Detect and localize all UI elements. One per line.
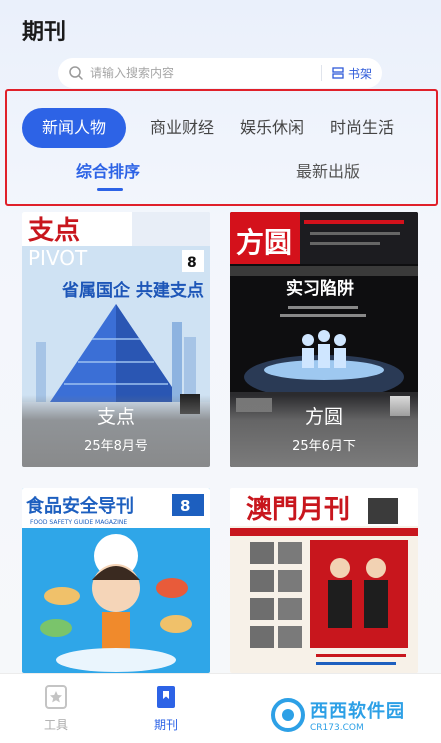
- cover-issue-badge: 8: [187, 255, 197, 271]
- watermark-logo: 西西软件园 CR173.COM: [270, 690, 440, 740]
- cover-sub: PIVOT: [28, 246, 88, 270]
- cover-headline: 实习陷阱: [286, 278, 354, 299]
- magazine-card-pivot[interactable]: 支点 PIVOT 省属国企 共建支点 8 支点 25年8月号: [22, 212, 210, 467]
- cover-issue-badge: 8: [180, 497, 190, 515]
- magazine-cover-food-safety: 食品安全导刊 FOOD SAFETY GUIDE MAGAZINE 8: [22, 488, 210, 673]
- nav-tools[interactable]: 工具: [26, 684, 86, 733]
- bookshelf-button[interactable]: 书架: [320, 65, 372, 81]
- nav-journals-label: 期刊: [153, 718, 178, 732]
- nav-tools-label: 工具: [43, 718, 68, 732]
- watermark-sub: CR173.COM: [310, 723, 364, 733]
- magazine-card-macau-monthly[interactable]: 澳門月刊: [230, 488, 418, 673]
- nav-journals[interactable]: 期刊: [136, 684, 196, 733]
- cover-masthead: 方圆: [236, 226, 292, 259]
- magazine-bookmark-icon: [157, 686, 175, 708]
- search-input[interactable]: [90, 66, 321, 80]
- magazine-name: 支点: [96, 406, 135, 428]
- search-icon: [69, 66, 83, 80]
- cover-headline: 省属国企 共建支点: [61, 280, 204, 301]
- watermark-text: 西西软件园: [310, 701, 405, 722]
- cover-masthead: 澳門月刊: [246, 495, 350, 525]
- bookshelf-label: 书架: [347, 66, 372, 81]
- magazine-name: 方圆: [304, 406, 343, 428]
- star-bookmark-icon: [45, 685, 67, 709]
- cover-sub: FOOD SAFETY GUIDE MAGAZINE: [30, 519, 127, 526]
- page-title: 期刊: [22, 20, 67, 45]
- bookshelf-icon: [332, 67, 344, 79]
- magazine-card-fangyuan[interactable]: 方圆 实习陷阱 方圆 25年6月下: [230, 212, 418, 467]
- magazine-issue: 25年8月号: [84, 439, 148, 454]
- highlight-box: [5, 89, 438, 206]
- search-bar[interactable]: 书架: [58, 58, 382, 88]
- magazine-card-food-safety[interactable]: 食品安全导刊 FOOD SAFETY GUIDE MAGAZINE 8: [22, 488, 210, 673]
- cover-masthead: 支点: [28, 215, 80, 246]
- cover-masthead: 食品安全导刊: [25, 495, 134, 517]
- magazine-cover-macau-monthly: 澳門月刊: [230, 488, 418, 673]
- watermark-emblem: [271, 698, 305, 732]
- magazine-issue: 25年6月下: [292, 439, 356, 454]
